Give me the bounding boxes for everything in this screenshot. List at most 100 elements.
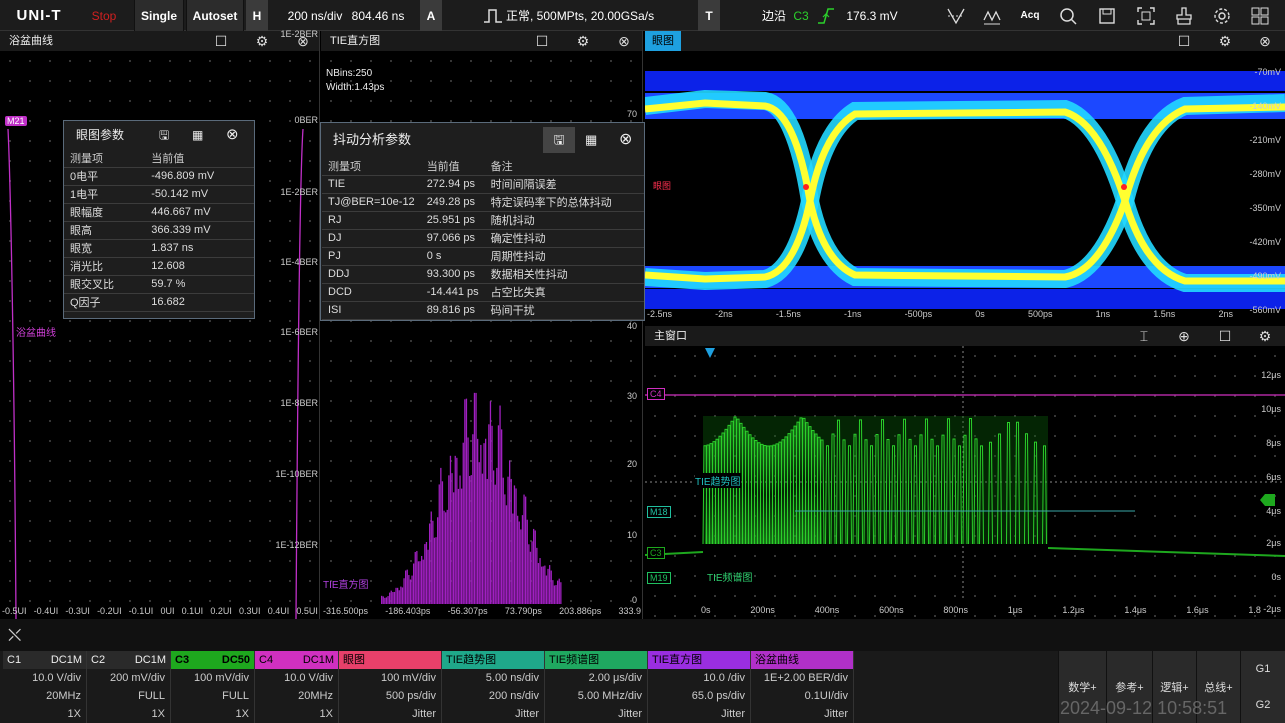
y-tick: -490mV xyxy=(1249,271,1281,281)
save-icon[interactable]: 🖫 xyxy=(543,127,575,153)
histogram-bar xyxy=(397,587,399,604)
trigger-source[interactable]: C3 xyxy=(790,0,812,31)
trigger-mode[interactable]: 边沿 xyxy=(760,0,788,31)
math-eye[interactable]: 眼图 100 mV/div 500 ps/div Jitter xyxy=(339,651,442,723)
clear-icon[interactable] xyxy=(1172,4,1196,28)
table-row: 消光比 12.608 xyxy=(64,257,254,276)
histogram-bar xyxy=(392,592,394,604)
histogram-bar xyxy=(425,541,428,604)
histogram-bar xyxy=(467,437,469,604)
y-tick: -420mV xyxy=(1249,237,1281,247)
channel-c3[interactable]: C3 DC50 100 mV/div FULL 1X xyxy=(171,651,255,723)
table-row: ISI 89.816 ps 码间干扰 xyxy=(322,301,644,320)
gear-icon[interactable]: ⚙ xyxy=(1216,32,1234,50)
y-tick: -280mV xyxy=(1249,169,1281,179)
bathtub-x-axis: -0.5UI -0.4UI -0.3UI -0.2UI -0.1UI 0UI 0.1UI 0.… xyxy=(2,606,318,616)
g1-button[interactable]: G1 xyxy=(1240,651,1285,687)
tool-row: ⛌ xyxy=(0,619,1285,651)
settings-gear-icon[interactable] xyxy=(1210,4,1234,28)
acquisition-status[interactable]: 正常, 500MPts, 20.00GSa/s xyxy=(506,0,656,31)
save-icon[interactable]: 🖫 xyxy=(159,121,169,149)
histogram-bar xyxy=(478,462,480,604)
cursor-measure-icon[interactable] xyxy=(944,4,968,28)
stop-button[interactable]: Stop xyxy=(78,0,130,31)
histogram-bar xyxy=(429,523,431,604)
math-tie-trend[interactable]: TIE趋势图 5.00 ns/div 200 ns/div Jitter xyxy=(442,651,545,723)
histogram-bar xyxy=(550,570,552,604)
m19-marker[interactable]: M19 xyxy=(647,572,671,584)
single-button[interactable]: Single xyxy=(134,0,184,31)
eye-label: 眼图 xyxy=(653,181,672,191)
horizontal-offset[interactable]: 804.46 ns xyxy=(350,0,406,31)
c3-marker[interactable]: C3 xyxy=(647,547,665,559)
histogram-bar xyxy=(557,580,559,604)
maximize-icon[interactable]: ☐ xyxy=(1175,32,1193,50)
histogram-bar xyxy=(501,429,503,604)
histogram-bar xyxy=(469,475,471,604)
histogram-bar xyxy=(401,587,404,604)
eye-params-title: 眼图参数 xyxy=(76,128,125,142)
math-bathtub[interactable]: 浴盆曲线 1E+2.00 BER/div 0.1UI/div Jitter xyxy=(751,651,854,723)
histogram-bar xyxy=(497,425,500,604)
histogram-bar xyxy=(529,551,532,604)
close-icon[interactable]: ⊗ xyxy=(619,123,632,157)
histogram-bar xyxy=(449,455,452,604)
eye-x-axis: -2.5ns -2ns -1.5ns -1ns -500ps 0s 500ps 1ns 1.5n… xyxy=(647,309,1233,319)
ber-tick: 1E-8BER xyxy=(280,398,318,408)
layout-windows-icon[interactable] xyxy=(1248,4,1272,28)
channel-c2[interactable]: C2 DC1M 200 mV/div FULL 1X xyxy=(87,651,171,723)
histogram-bar xyxy=(547,568,549,604)
measure-icon[interactable] xyxy=(980,4,1004,28)
histogram-bar xyxy=(405,570,407,604)
histogram-bar xyxy=(515,488,517,604)
table-row: RJ 25.951 ps 随机抖动 xyxy=(322,211,644,230)
zoom-search-icon[interactable] xyxy=(1056,4,1080,28)
histogram-bar xyxy=(489,401,492,604)
histogram-bar xyxy=(560,582,562,604)
histogram-bar xyxy=(427,549,429,604)
y-tick: -560mV xyxy=(1249,305,1281,315)
table-view-icon[interactable]: ▦ xyxy=(192,121,203,149)
trigger-label: T xyxy=(698,0,720,31)
table-row: 0电平 -496.809 mV xyxy=(64,167,254,186)
histogram-bar xyxy=(385,597,388,604)
histogram-bar xyxy=(542,566,544,604)
histogram-bar xyxy=(549,565,551,604)
timebase-value[interactable]: 200 ns/div xyxy=(280,0,350,31)
marker-m21[interactable]: M21 xyxy=(5,116,27,126)
autoset-button[interactable]: Autoset xyxy=(186,0,244,31)
channel-c4[interactable]: C4 DC1M 10.0 V/div 20MHz 1X xyxy=(255,651,339,723)
histogram-bar xyxy=(480,444,482,604)
histogram-bar xyxy=(526,519,528,604)
acq-button[interactable]: Acq xyxy=(1016,0,1044,31)
histogram-bar xyxy=(408,575,410,604)
ber-tick: 1E-4BER xyxy=(280,257,318,267)
channel-c1[interactable]: C1 DC1M 10.0 V/div 20MHz 1X xyxy=(3,651,87,723)
histogram-x-axis: -316.500ps -186.403ps -56.307ps 73.790ps 203… xyxy=(323,606,641,616)
math-tie-histogram[interactable]: TIE直方图 10.0 /div 65.0 ps/div Jitter xyxy=(648,651,751,723)
close-icon[interactable]: ⊗ xyxy=(1256,32,1274,50)
main-window-panel: 主窗口 ⌶ ⊕ ☐ ⚙ C4 M18 C3 M19 TIE趋势图 TIE频谱图 … xyxy=(645,326,1285,619)
m18-marker[interactable]: M18 xyxy=(647,506,671,518)
g2-button[interactable]: G2 xyxy=(1240,687,1285,723)
ber-tick: 1E-10BER xyxy=(275,469,318,479)
histogram-bar xyxy=(520,529,522,604)
table-row: DCD -14.441 ps 占空比失真 xyxy=(322,283,644,302)
rising-edge-icon xyxy=(814,0,838,31)
bathtub-label: 浴盆曲线 xyxy=(16,328,56,339)
y-tick: 12μs xyxy=(1261,370,1281,380)
histogram-bar xyxy=(445,512,447,604)
screenshot-icon[interactable] xyxy=(1134,4,1158,28)
table-view-icon[interactable]: ▦ xyxy=(585,123,597,157)
histogram-bar xyxy=(544,565,546,604)
c4-marker[interactable]: C4 xyxy=(647,388,665,400)
close-icon[interactable]: ⊗ xyxy=(226,121,239,149)
histogram-bar xyxy=(512,513,514,604)
histogram-bar xyxy=(558,578,560,604)
probe-tool-icon[interactable]: ⛌ xyxy=(8,625,21,646)
save-icon[interactable] xyxy=(1095,4,1119,28)
math-tie-spectrum[interactable]: TIE频谱图 2.00 μs/div 5.00 MHz/div Jitter xyxy=(545,651,648,723)
ber-tick: 1E-6BER xyxy=(280,327,318,337)
histogram-bar xyxy=(411,575,413,604)
trigger-level[interactable]: 176.3 mV xyxy=(842,0,902,31)
